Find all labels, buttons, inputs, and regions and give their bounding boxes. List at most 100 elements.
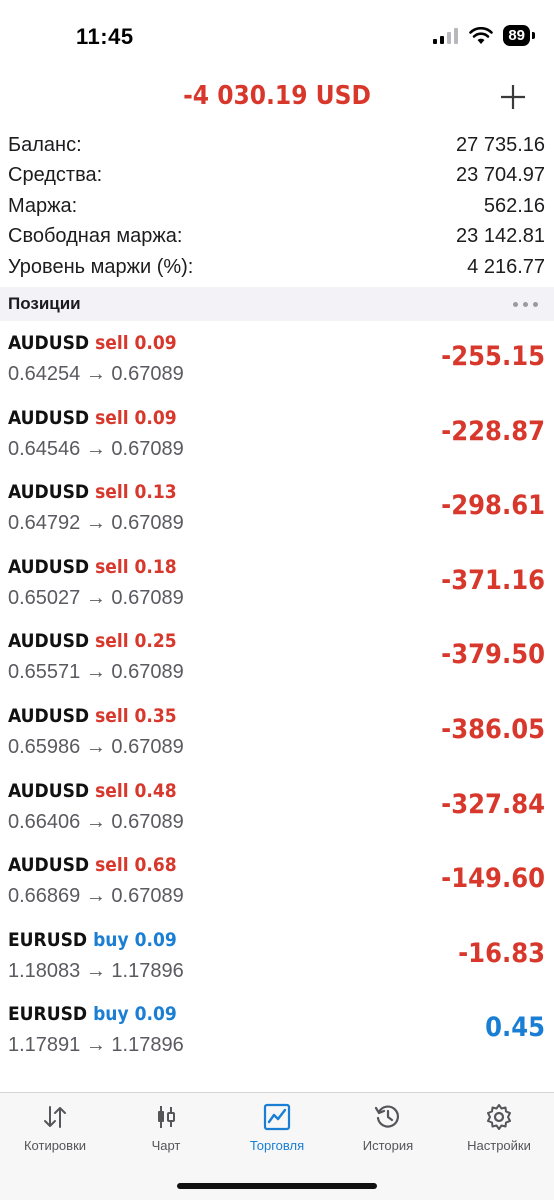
position-prices: 0.66869 → 0.67089 bbox=[8, 885, 184, 908]
position-symbol: AUDUSD bbox=[8, 406, 90, 429]
position-direction: sell bbox=[95, 555, 129, 578]
plus-icon[interactable] bbox=[500, 84, 526, 110]
position-header: AUDUSD sell 0.35 bbox=[8, 705, 177, 727]
positions-title: Позиции bbox=[8, 294, 81, 313]
position-volume: 0.09 bbox=[134, 332, 177, 354]
summary-row-margin-level: Уровень маржи (%): 4 216.77 bbox=[0, 252, 554, 283]
position-prices: 0.65571 → 0.67089 bbox=[8, 661, 184, 684]
position-prices: 0.66406 → 0.67089 bbox=[8, 810, 184, 833]
position-row[interactable]: AUDUSD sell 0.48 0.66406 → 0.67089 -327.84 bbox=[0, 776, 554, 851]
tab-history[interactable]: История bbox=[333, 1103, 443, 1153]
tab-label: Торговля bbox=[249, 1138, 305, 1153]
position-profit: -386.05 bbox=[441, 713, 545, 745]
position-row[interactable]: AUDUSD sell 0.09 0.64254 → 0.67089 -255.15 bbox=[0, 328, 554, 403]
summary-row-free-margin: Свободная маржа: 23 142.81 bbox=[0, 222, 554, 253]
position-row[interactable]: AUDUSD sell 0.25 0.65571 → 0.67089 -379.50 bbox=[0, 626, 554, 701]
position-header: EURUSD buy 0.09 bbox=[8, 929, 177, 951]
summary-value: 562.16 bbox=[483, 194, 545, 217]
position-symbol: AUDUSD bbox=[8, 555, 90, 578]
position-direction: buy bbox=[94, 1078, 130, 1080]
position-profit: -379.50 bbox=[441, 639, 545, 671]
position-symbol: EURUSD bbox=[8, 1003, 88, 1026]
tab-quotes[interactable]: Котировки bbox=[0, 1103, 110, 1153]
position-prices: 1.17891 → 1.17896 bbox=[8, 1034, 184, 1057]
position-volume: 0.25 bbox=[134, 630, 177, 653]
position-volume: 0.35 bbox=[134, 704, 177, 727]
settings-icon bbox=[487, 1104, 511, 1130]
position-volume: 0.09 bbox=[134, 406, 177, 429]
position-symbol: EURUSD bbox=[8, 928, 88, 951]
position-prices: 0.64546 → 0.67089 bbox=[8, 437, 184, 460]
position-volume: 0.09 bbox=[134, 1003, 177, 1026]
position-row[interactable]: AUDUSD sell 0.35 0.65986 → 0.67089 -386.05 bbox=[0, 701, 554, 776]
position-prices: 1.18083 → 1.17896 bbox=[8, 959, 184, 982]
position-direction: buy bbox=[93, 928, 129, 951]
position-direction: buy bbox=[93, 1003, 129, 1026]
position-prices: 0.64792 → 0.67089 bbox=[8, 512, 184, 535]
position-header: GBPUSD buy 0.09 bbox=[8, 1078, 178, 1080]
position-profit: -149.60 bbox=[441, 863, 545, 895]
position-symbol: AUDUSD bbox=[8, 704, 90, 727]
position-row[interactable]: EURUSD buy 0.09 1.18083 → 1.17896 -16.83 bbox=[0, 925, 554, 1000]
header: -4 030.19 USD bbox=[0, 78, 554, 118]
position-header: AUDUSD sell 0.68 bbox=[8, 854, 177, 876]
position-symbol: AUDUSD bbox=[8, 332, 90, 354]
position-symbol: AUDUSD bbox=[8, 854, 90, 877]
positions-section-header: Позиции bbox=[0, 287, 554, 321]
position-header: AUDUSD sell 0.13 bbox=[8, 481, 177, 503]
position-prices: 0.64254 → 0.67089 bbox=[8, 363, 184, 385]
position-row[interactable]: GBPUSD buy 0.09 bbox=[0, 1074, 554, 1080]
position-prices: 0.65986 → 0.67089 bbox=[8, 735, 184, 758]
position-volume: 0.68 bbox=[134, 854, 177, 877]
summary-label: Средства: bbox=[8, 164, 103, 187]
position-volume: 0.09 bbox=[134, 928, 177, 951]
home-indicator bbox=[177, 1183, 377, 1189]
account-summary: Баланс: 27 735.16 Средства: 23 704.97 Ма… bbox=[0, 130, 554, 283]
positions-list: AUDUSD sell 0.09 0.64254 → 0.67089 -255.15… bbox=[0, 328, 554, 1080]
chart-icon bbox=[158, 1106, 175, 1128]
position-direction: sell bbox=[95, 481, 129, 504]
summary-value: 23 142.81 bbox=[456, 225, 545, 248]
position-row[interactable]: EURUSD buy 0.09 1.17891 → 1.17896 0.45 bbox=[0, 999, 554, 1074]
quotes-icon bbox=[44, 1106, 66, 1128]
summary-value: 27 735.16 bbox=[456, 133, 545, 156]
tab-label: Котировки bbox=[23, 1138, 87, 1153]
position-direction: sell bbox=[95, 630, 129, 653]
position-symbol: AUDUSD bbox=[8, 779, 90, 802]
more-options-icon[interactable] bbox=[513, 301, 538, 307]
position-header: EURUSD buy 0.09 bbox=[8, 1003, 177, 1025]
history-icon bbox=[374, 1105, 399, 1128]
summary-label: Маржа: bbox=[8, 194, 78, 217]
position-prices: 0.65027 → 0.67089 bbox=[8, 586, 184, 609]
position-profit: -371.16 bbox=[441, 564, 545, 596]
position-row[interactable]: AUDUSD sell 0.13 0.64792 → 0.67089 -298.61 bbox=[0, 477, 554, 552]
status-time: 11:45 bbox=[76, 24, 134, 49]
position-row[interactable]: AUDUSD sell 0.09 0.64546 → 0.67089 -228.87 bbox=[0, 403, 554, 478]
summary-value: 4 216.77 bbox=[467, 255, 545, 278]
tab-chart[interactable]: Чарт bbox=[111, 1103, 221, 1153]
wifi-icon bbox=[469, 26, 494, 44]
position-direction: sell bbox=[95, 779, 129, 802]
position-profit: -228.87 bbox=[441, 415, 545, 447]
summary-value: 23 704.97 bbox=[456, 164, 545, 187]
trade-icon bbox=[263, 1103, 291, 1131]
position-header: AUDUSD sell 0.25 bbox=[8, 630, 177, 652]
position-volume: 0.09 bbox=[135, 1078, 177, 1080]
position-profit: -327.84 bbox=[441, 788, 545, 820]
status-icons: 89 bbox=[433, 25, 535, 46]
position-row[interactable]: AUDUSD sell 0.18 0.65027 → 0.67089 -371.16 bbox=[0, 552, 554, 627]
position-header: AUDUSD sell 0.18 bbox=[8, 556, 177, 578]
position-row[interactable]: AUDUSD sell 0.68 0.66869 → 0.67089 -149.60 bbox=[0, 850, 554, 925]
tab-settings[interactable]: Настройки bbox=[444, 1103, 554, 1153]
position-direction: sell bbox=[95, 704, 129, 727]
tab-trade[interactable]: Торговля bbox=[222, 1103, 332, 1153]
summary-label: Баланс: bbox=[8, 133, 82, 156]
position-profit: -16.83 bbox=[458, 937, 545, 969]
position-volume: 0.13 bbox=[134, 481, 177, 504]
summary-row-equity: Средства: 23 704.97 bbox=[0, 161, 554, 192]
summary-label: Уровень маржи (%): bbox=[8, 255, 194, 278]
position-volume: 0.18 bbox=[134, 555, 177, 578]
total-profit: -4 030.19 USD bbox=[183, 81, 371, 111]
tab-label: История bbox=[362, 1138, 414, 1153]
position-direction: sell bbox=[95, 854, 129, 877]
